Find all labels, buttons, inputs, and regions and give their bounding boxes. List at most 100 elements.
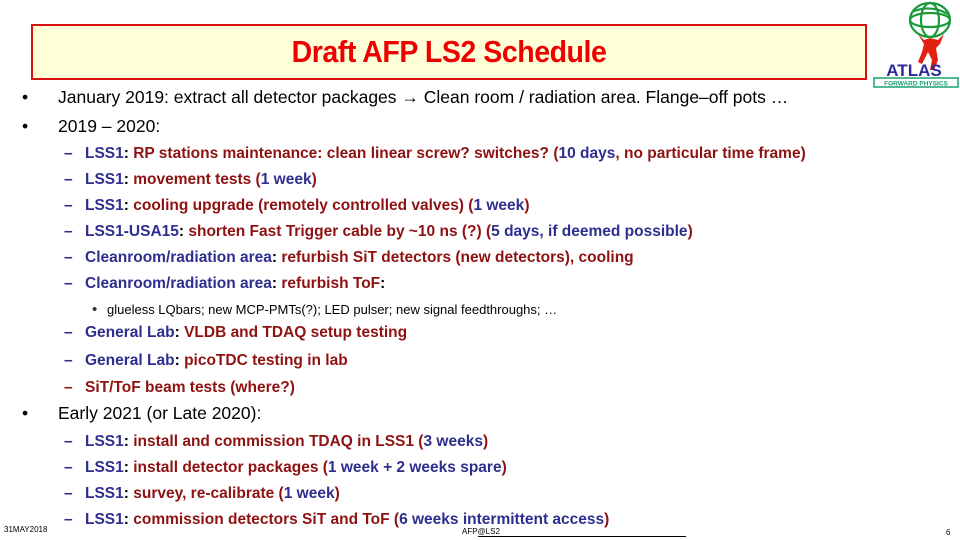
bullet-item: • 2019 – 2020: xyxy=(22,116,161,136)
sub-bullet-item: – LSS1: movement tests (1 week) xyxy=(64,172,317,188)
bullet-item: • January 2019: extract all detector pack… xyxy=(22,87,789,107)
dash-marker: – xyxy=(64,485,73,502)
text-segment: : xyxy=(123,197,134,214)
page-number: 6 xyxy=(946,528,951,537)
dash-marker: – xyxy=(64,433,73,450)
text-segment: LSS1 xyxy=(85,511,124,528)
sub-bullet-item: – SiT/ToF beam tests (where?) xyxy=(64,380,295,396)
sub-bullet-item: – LSS1: install detector packages (1 week… xyxy=(64,460,507,476)
text-segment: LSS1 xyxy=(85,145,124,162)
text-segment: 1 week + 2 weeks spare xyxy=(327,459,502,476)
dash-marker: – xyxy=(64,352,73,369)
text-segment: 5 days, if deemed possible xyxy=(491,223,688,240)
text-segment: 3 weeks xyxy=(423,433,483,450)
text-segment: commission detectors SiT and ToF ( xyxy=(133,511,400,528)
text-segment: refurbish SiT detectors (new detectors),… xyxy=(281,249,634,266)
sub-bullet-item: – LSS1: survey, re-calibrate (1 week) xyxy=(64,486,340,502)
text-segment: 1 week xyxy=(283,485,335,502)
dash-marker: – xyxy=(64,223,73,240)
text-segment: LSS1-USA15 xyxy=(85,223,179,240)
sub-bullet-item: – LSS1: RP stations maintenance: clean li… xyxy=(64,146,806,162)
text-segment: : xyxy=(271,275,282,292)
text-segment: ) xyxy=(482,433,489,450)
text-segment: : xyxy=(174,352,185,369)
dash-marker: – xyxy=(64,249,73,266)
sub-bullet-item: – Cleanroom/radiation area: refurbish ToF… xyxy=(64,276,385,292)
dash-marker: – xyxy=(64,275,73,292)
text-segment: General Lab xyxy=(85,352,175,369)
sub-bullet-item: – General Lab: picoTDC testing in lab xyxy=(64,353,348,369)
dash-marker: – xyxy=(64,511,73,528)
text-segment: 2019 – 2020: xyxy=(58,116,161,136)
text-segment: survey, re-calibrate ( xyxy=(133,485,284,502)
text-segment: shorten Fast Trigger cable by ~10 ns (?)… xyxy=(188,223,492,240)
text-segment: ) xyxy=(524,197,530,214)
dash-marker: – xyxy=(64,145,73,162)
dash-marker: – xyxy=(64,197,73,214)
text-segment: 10 days xyxy=(558,145,616,162)
text-segment: RP stations maintenance: clean linear sc… xyxy=(133,145,559,162)
dash-marker: – xyxy=(64,379,73,396)
text-segment: , no particular time frame) xyxy=(615,145,806,162)
sub-bullet-item: – LSS1: commission detectors SiT and ToF … xyxy=(64,512,609,528)
text-segment: : xyxy=(178,223,189,240)
atlas-logo: ATLAS FORWARD PHYSICS xyxy=(873,1,959,88)
svg-text:ATLAS: ATLAS xyxy=(886,61,941,80)
text-segment: : xyxy=(380,275,386,292)
footer-divider xyxy=(478,536,686,537)
bullet-marker: • xyxy=(92,301,98,318)
text-segment: ) xyxy=(604,511,610,528)
svg-text:FORWARD PHYSICS: FORWARD PHYSICS xyxy=(884,81,948,88)
text-segment: LSS1 xyxy=(85,485,124,502)
bullet-marker: • xyxy=(22,116,29,136)
text-segment: install detector packages ( xyxy=(133,459,328,476)
text-segment: Cleanroom/radiation area xyxy=(85,275,272,292)
text-segment: ) xyxy=(501,459,507,476)
text-segment: 1 week xyxy=(260,171,312,188)
sub-bullet-item: – General Lab: VLDB and TDAQ setup testin… xyxy=(64,325,407,341)
sub-bullet-item: – LSS1-USA15: shorten Fast Trigger cable … xyxy=(64,224,693,240)
text-segment: movement tests ( xyxy=(133,171,261,188)
dash-marker: – xyxy=(64,324,73,341)
text-segment: : xyxy=(123,459,134,476)
dash-marker: – xyxy=(64,459,73,476)
text-segment: : xyxy=(123,511,134,528)
text-segment: LSS1 xyxy=(85,459,124,476)
bullet-item: • Early 2021 (or Late 2020): xyxy=(22,403,262,423)
sub-sub-bullet-item: • glueless LQbars; new MCP-PMTs(?); LED p… xyxy=(92,302,557,317)
text-segment: 6 weeks intermittent access xyxy=(399,511,605,528)
text-segment: Cleanroom/radiation area xyxy=(85,249,272,266)
text-segment: : xyxy=(123,145,134,162)
text-segment: January 2019: extract all detector packa… xyxy=(58,87,789,107)
text-segment: ) xyxy=(334,485,340,502)
text-segment: : xyxy=(123,485,134,502)
text-segment: 1 week xyxy=(473,197,525,214)
text-segment: picoTDC testing in lab xyxy=(184,352,348,369)
text-segment: install and commission TDAQ in LSS1 ( xyxy=(133,433,424,450)
text-segment: ) xyxy=(311,171,317,188)
text-segment: glueless LQbars; new MCP-PMTs(?); LED pu… xyxy=(107,302,558,317)
bullet-marker: • xyxy=(22,403,29,423)
sub-bullet-item: – LSS1: cooling upgrade (remotely control… xyxy=(64,198,529,214)
text-segment: LSS1 xyxy=(85,171,124,188)
slide-title: Draft AFP LS2 Schedule xyxy=(291,34,607,69)
dash-marker: – xyxy=(64,171,73,188)
text-segment: Early 2021 (or Late 2020): xyxy=(58,403,262,423)
text-segment: ) xyxy=(687,223,693,240)
text-segment: : xyxy=(174,324,185,341)
text-segment: cooling upgrade (remotely controlled val… xyxy=(133,197,474,214)
text-segment: VLDB and TDAQ setup testing xyxy=(184,324,408,341)
title-box: Draft AFP LS2 Schedule xyxy=(31,24,867,80)
footer-date: 31MAY2018 xyxy=(4,525,48,534)
footer-title: AFP@LS2 xyxy=(462,527,500,536)
sub-bullet-item: – Cleanroom/radiation area: refurbish SiT… xyxy=(64,250,634,266)
sub-bullet-item: – LSS1: install and commission TDAQ in LS… xyxy=(64,434,488,450)
text-segment: LSS1 xyxy=(85,197,124,214)
bullet-marker: • xyxy=(22,87,29,107)
text-segment: refurbish ToF xyxy=(281,275,381,292)
text-segment: : xyxy=(123,433,134,450)
text-segment: : xyxy=(271,249,282,266)
text-segment: LSS1 xyxy=(85,433,124,450)
text-segment: General Lab xyxy=(85,324,175,341)
text-segment: : xyxy=(123,171,134,188)
